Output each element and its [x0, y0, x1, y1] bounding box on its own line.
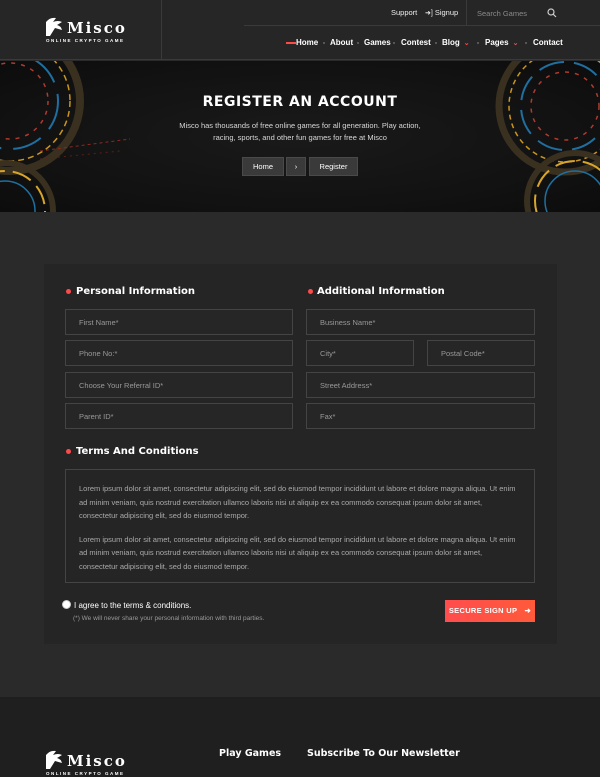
terms-paragraph: Lorem ipsum dolor sit amet, consectetur …	[79, 534, 516, 571]
submit-label: SECURE SIGN UP	[448, 606, 518, 615]
additional-info-heading: Additional Information	[317, 286, 445, 297]
phone-input[interactable]	[66, 341, 292, 365]
nav-separator	[393, 42, 395, 44]
first-name-input[interactable]	[66, 310, 292, 334]
fax-field	[306, 403, 535, 429]
search-input[interactable]	[477, 6, 557, 20]
agree-label[interactable]: I agree to the terms & conditions.	[74, 601, 191, 610]
terms-text-box[interactable]: Lorem ipsum dolor sit amet, consectetur …	[65, 469, 535, 583]
parent-id-field	[65, 403, 293, 429]
signup-link[interactable]: ➜] Signup	[425, 8, 458, 17]
arrow-right-icon: ➜	[524, 606, 532, 615]
parent-id-input[interactable]	[66, 404, 292, 428]
phone-field	[65, 340, 293, 366]
logo-mark-icon	[46, 17, 62, 36]
nav-separator	[435, 42, 437, 44]
site-header: Misco ONLINE CRYPTO GAME Support ➜] Signu…	[0, 0, 600, 60]
search-icon[interactable]	[547, 8, 557, 18]
nav-item-blog[interactable]: Blog ⌄	[442, 38, 470, 47]
brand-tagline: ONLINE CRYPTO GAME	[46, 38, 125, 43]
nav-item-games[interactable]: Games	[364, 38, 391, 47]
active-indicator	[286, 42, 296, 44]
breadcrumb-home[interactable]: Home	[242, 157, 284, 176]
brand-name: Misco	[67, 19, 127, 37]
chevron-down-icon: ⌄	[463, 40, 470, 47]
logo-container: Misco ONLINE CRYPTO GAME	[0, 0, 162, 60]
nav-separator	[477, 42, 479, 44]
footer-logo[interactable]: Misco ONLINE CRYPTO GAME	[44, 749, 134, 777]
brand-logo[interactable]: Misco ONLINE CRYPTO GAME	[44, 16, 134, 44]
section-dot	[66, 289, 71, 294]
street-address-input[interactable]	[307, 373, 534, 397]
section-dot	[308, 289, 313, 294]
footer-newsletter-heading: Subscribe To Our Newsletter	[307, 748, 460, 759]
terms-paragraph: Lorem ipsum dolor sit amet, consectetur …	[79, 484, 516, 520]
business-name-field	[306, 309, 535, 335]
terms-heading: Terms And Conditions	[76, 446, 199, 457]
nav-item-home[interactable]: Home	[296, 38, 318, 47]
register-form: Personal Information Additional Informat…	[44, 264, 557, 644]
personal-info-heading: Personal Information	[76, 286, 195, 297]
signup-label: Signup	[434, 8, 459, 17]
privacy-note: (*) We will never share your personal in…	[73, 615, 265, 622]
city-input[interactable]	[307, 341, 413, 365]
agree-radio[interactable]	[62, 600, 71, 609]
support-link[interactable]: Support	[391, 8, 417, 17]
nav-blog-label: Blog	[442, 38, 460, 47]
business-name-input[interactable]	[307, 310, 534, 334]
secure-signup-button[interactable]: SECURE SIGN UP ➜	[445, 600, 535, 622]
footer-play-games-heading: Play Games	[219, 748, 282, 759]
section-dot	[66, 449, 71, 454]
nav-separator	[323, 42, 325, 44]
nav-item-contact[interactable]: Contact	[533, 38, 563, 47]
nav-item-about[interactable]: About	[330, 38, 353, 47]
hud-lines	[40, 138, 130, 160]
referral-id-field	[65, 372, 293, 398]
breadcrumb-current: Register	[309, 157, 358, 176]
main-nav: Home About Games Contest Blog ⌄ Pages ⌄ Co…	[280, 38, 600, 50]
site-footer: Misco ONLINE CRYPTO GAME Play Games Subs…	[0, 697, 600, 777]
nav-item-contest[interactable]: Contest	[401, 38, 431, 47]
hero-description: Misco has thousands of free online games…	[179, 121, 421, 142]
nav-pages-label: Pages	[485, 38, 509, 47]
postal-code-field	[427, 340, 535, 366]
street-address-field	[306, 372, 535, 398]
nav-separator	[357, 42, 359, 44]
hero-banner: REGISTER AN ACCOUNT Misco has thousands …	[0, 61, 600, 212]
page-title: REGISTER AN ACCOUNT	[202, 94, 398, 110]
nav-separator	[525, 42, 527, 44]
signin-icon: ➜]	[425, 10, 433, 17]
search-box	[466, 0, 600, 26]
breadcrumb-separator-icon: ›	[286, 157, 306, 176]
city-field	[306, 340, 414, 366]
logo-mark-icon	[46, 750, 62, 769]
postal-code-input[interactable]	[428, 341, 534, 365]
first-name-field	[65, 309, 293, 335]
top-bar: Support ➜] Signup	[244, 0, 600, 26]
fax-input[interactable]	[307, 404, 534, 428]
referral-id-input[interactable]	[66, 373, 292, 397]
nav-item-pages[interactable]: Pages ⌄	[485, 38, 518, 47]
hud-gear-right-bottom	[524, 150, 600, 212]
footer-brand-tagline: ONLINE CRYPTO GAME	[46, 771, 125, 776]
chevron-down-icon: ⌄	[512, 40, 519, 47]
footer-brand-name: Misco	[67, 752, 127, 770]
